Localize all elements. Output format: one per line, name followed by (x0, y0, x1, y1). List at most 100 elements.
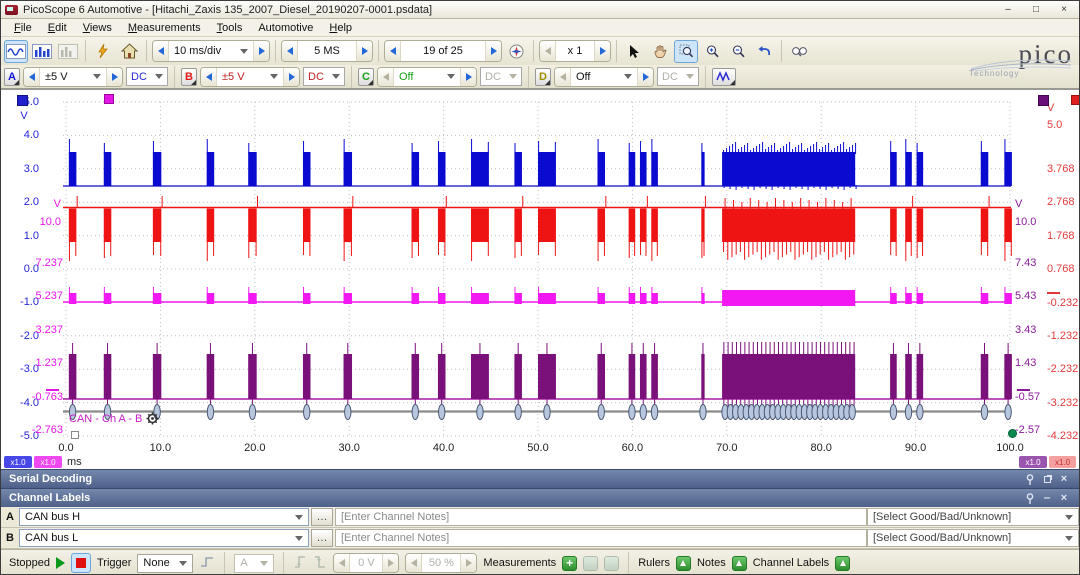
timebase-next-button[interactable] (253, 41, 269, 61)
buffer-next-button[interactable] (485, 41, 501, 61)
minimize-panel-icon[interactable]: ‒ (1040, 492, 1054, 504)
menu-file[interactable]: File (7, 21, 39, 35)
row-a-notes-input[interactable]: [Enter Channel Notes] (335, 508, 867, 526)
notes-toggle-button[interactable] (732, 556, 747, 571)
menu-help[interactable]: Help (322, 21, 359, 35)
auto-setup-button[interactable] (91, 40, 115, 63)
channel-a-coupling-select[interactable]: DC (126, 67, 168, 86)
start-button[interactable] (56, 557, 65, 569)
channel-a-range-next[interactable] (106, 68, 122, 86)
zoom-overview-button[interactable] (787, 40, 811, 63)
corner-checkbox[interactable] (71, 431, 79, 439)
axis-tick: 3.43 (1015, 324, 1049, 336)
channel-a-range-select[interactable]: ±5 V (40, 68, 106, 86)
samples-prev-button[interactable] (282, 41, 298, 61)
awg-button[interactable] (712, 68, 736, 86)
channel-a-button[interactable]: A (4, 68, 20, 86)
trigger-marker-dot[interactable] (1008, 429, 1017, 438)
channel-b-range-prev[interactable] (201, 68, 217, 86)
channel-b-offset-marker[interactable] (1071, 95, 1080, 105)
axis-tick: -0.232 (1047, 297, 1080, 309)
decoder-label: CAN - Ch A - B (69, 413, 142, 425)
samples-next-button[interactable] (356, 41, 372, 61)
scope-view-button[interactable] (4, 40, 28, 63)
magenta-zero-marker[interactable] (46, 389, 59, 391)
undo-zoom-button[interactable] (752, 40, 776, 63)
menu-tools[interactable]: Tools (210, 21, 250, 35)
samples-value[interactable]: 5 MS (298, 41, 356, 61)
axis-tick: 1.0 (9, 230, 39, 242)
row-a-more-button[interactable]: … (311, 508, 333, 526)
awg-waveform-icon (716, 71, 732, 83)
channel-a-range-prev[interactable] (24, 68, 40, 86)
channel-d-range-next[interactable] (637, 68, 653, 86)
zoom-in-tool[interactable] (700, 40, 724, 63)
purple-zero-marker[interactable] (1017, 389, 1030, 391)
menu-edit[interactable]: Edit (41, 21, 74, 35)
trigger-mode-select[interactable]: None (137, 554, 193, 573)
pin-icon[interactable] (1023, 473, 1037, 485)
axis-tick: V (1015, 198, 1043, 210)
purple-offset-marker[interactable] (1038, 95, 1049, 106)
row-b-label-select[interactable]: CAN bus L (19, 529, 309, 547)
timebase-select[interactable]: 10 ms/div (169, 41, 253, 61)
spectrum-view-button[interactable] (30, 40, 54, 63)
axis-tick: 1.768 (1047, 230, 1080, 242)
axis-tick: 10.0 (1015, 216, 1043, 228)
channel-c-range-next[interactable] (460, 68, 476, 86)
hand-tool[interactable] (648, 40, 672, 63)
zoom-factor-value: x 1 (556, 41, 594, 61)
close-panel-icon[interactable]: × (1057, 492, 1071, 504)
rulers-toggle-button[interactable] (676, 556, 691, 571)
channel-b-range-select[interactable]: ±5 V (217, 68, 283, 86)
buffer-overview-button[interactable] (504, 40, 528, 63)
zoom-out-tool[interactable] (726, 40, 750, 63)
channel-a-scale-tag[interactable]: x1.0 (4, 456, 32, 468)
axis-tick: 50.0 (516, 442, 560, 454)
home-button[interactable] (117, 40, 141, 63)
pin-icon[interactable] (1023, 492, 1037, 504)
timebase-prev-button[interactable] (153, 41, 169, 61)
channel-a-offset-marker[interactable] (17, 95, 28, 106)
channel-b-range-next[interactable] (283, 68, 299, 86)
channel-d-button[interactable]: D (535, 68, 551, 86)
row-a-label-select[interactable]: CAN bus H (19, 508, 309, 526)
zoom-factor-next-button[interactable] (594, 41, 610, 61)
menu-views[interactable]: Views (76, 21, 119, 35)
pico-logo: pico Technology (969, 41, 1073, 85)
channel-b-zero-marker[interactable] (1047, 292, 1060, 294)
close-button[interactable]: × (1053, 3, 1075, 16)
restore-icon[interactable] (1040, 473, 1054, 485)
row-b-more-button[interactable]: … (311, 529, 333, 547)
stop-button[interactable] (71, 553, 91, 573)
waveform-plot[interactable] (1, 90, 1080, 470)
maximize-button[interactable]: □ (1025, 3, 1047, 16)
gear-icon[interactable] (146, 412, 159, 425)
channel-labels-toggle-button[interactable] (835, 556, 850, 571)
main-toolbar: 10 ms/div 5 MS 19 of 25 x 1 (1, 37, 1079, 65)
purple-scale-tag[interactable]: x1.0 (1019, 456, 1047, 468)
channel-b-scale-tag[interactable]: x1.0 (1049, 456, 1076, 468)
row-b-status-select[interactable]: [Select Good/Bad/Unknown] (867, 529, 1079, 547)
channel-d-range-select[interactable]: Off (571, 68, 637, 86)
window-zoom-tool[interactable] (674, 40, 698, 63)
time-unit-label: ms (67, 456, 82, 468)
channel-b-coupling-select[interactable]: DC (303, 67, 345, 86)
magenta-offset-marker[interactable] (104, 94, 114, 104)
buffer-prev-button[interactable] (385, 41, 401, 61)
row-a-status-select[interactable]: [Select Good/Bad/Unknown] (867, 508, 1079, 526)
scope-view-icon (6, 44, 26, 59)
channel-c-button[interactable]: C (358, 68, 374, 86)
add-measurement-button[interactable]: + (562, 556, 577, 571)
minimize-button[interactable]: – (997, 3, 1019, 16)
menu-measurements[interactable]: Measurements (121, 21, 208, 35)
channel-c-range-select[interactable]: Off (394, 68, 460, 86)
normal-selection-tool[interactable] (622, 40, 646, 63)
pretrigger-control-disabled: 50 % (405, 553, 477, 573)
row-b-notes-input[interactable]: [Enter Channel Notes] (335, 529, 867, 547)
magenta-scale-tag[interactable]: x1.0 (34, 456, 62, 468)
close-panel-icon[interactable]: × (1057, 473, 1071, 485)
channel-labels-header[interactable]: Channel Labels ‒ × (1, 488, 1079, 507)
menu-automotive[interactable]: Automotive (251, 21, 320, 35)
channel-b-button[interactable]: B (181, 68, 197, 86)
